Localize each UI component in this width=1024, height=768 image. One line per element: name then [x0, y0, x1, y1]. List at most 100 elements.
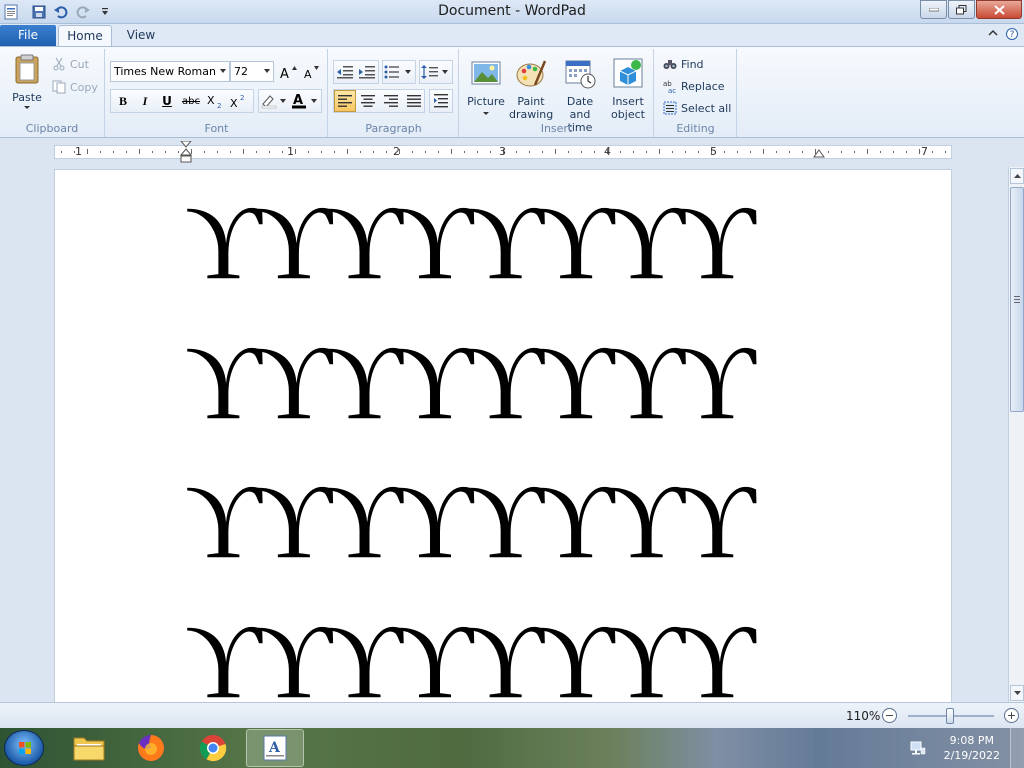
minimize-button[interactable]: [920, 0, 947, 19]
indent-marker-icon[interactable]: [180, 141, 192, 165]
tab-home[interactable]: Home: [58, 25, 112, 47]
help-icon[interactable]: ?: [1006, 28, 1018, 40]
document-line[interactable]: ϒϒϒϒϒϒϒϒ: [185, 190, 755, 296]
taskbar: A 9:08 PM 2/19/2022: [0, 728, 1024, 768]
insert-object-icon: [613, 58, 643, 88]
document-line[interactable]: ϒϒϒϒϒϒϒϒ: [185, 609, 755, 703]
zoom-out-button[interactable]: −: [882, 708, 897, 723]
ruler-tick: [672, 151, 673, 153]
find-button[interactable]: Find: [663, 55, 704, 73]
wordpad-icon: A: [263, 735, 287, 761]
cut-button[interactable]: Cut: [52, 55, 89, 73]
ruler-tick: [243, 149, 244, 154]
taskbar-firefox[interactable]: [122, 729, 180, 767]
paste-button[interactable]: Paste: [6, 53, 48, 109]
maximize-button[interactable]: [948, 0, 975, 19]
zoom-in-button[interactable]: +: [1004, 708, 1019, 723]
plus-icon: +: [1006, 709, 1017, 722]
bold-button[interactable]: B: [112, 90, 134, 112]
tab-view[interactable]: View: [118, 25, 164, 47]
start-button[interactable]: [4, 730, 44, 766]
start-list-button[interactable]: [383, 61, 415, 83]
ruler-tick: [87, 149, 88, 154]
ribbon-right-controls: ?: [988, 28, 1018, 40]
document-line[interactable]: ϒϒϒϒϒϒϒϒ: [185, 330, 755, 436]
binoculars-icon: [663, 60, 677, 69]
align-center-button[interactable]: [357, 90, 379, 112]
font-group: Times New Roman 72 A A B I U abc X2 X2 A: [106, 49, 328, 137]
ruler-tick: [152, 151, 153, 153]
right-indent-marker-icon[interactable]: [813, 149, 825, 159]
italic-button[interactable]: I: [134, 90, 156, 112]
picture-button[interactable]: Picture: [464, 57, 508, 115]
ruler-tick: [308, 151, 309, 153]
italic-icon: I: [142, 93, 148, 108]
paint-drawing-label: Paint drawing: [509, 95, 554, 121]
system-clock[interactable]: 9:08 PM 2/19/2022: [944, 733, 1000, 763]
shrink-font-button[interactable]: A: [301, 61, 323, 83]
ruler-tick: [295, 149, 296, 154]
vertical-scrollbar[interactable]: [1008, 167, 1024, 702]
ruler-tick: [347, 149, 348, 154]
cut-label: Cut: [70, 57, 89, 71]
underline-icon: U: [162, 94, 172, 108]
increase-indent-icon: [359, 66, 375, 79]
clipboard-group-label: Clipboard: [25, 122, 79, 135]
font-size-select[interactable]: 72: [230, 61, 274, 82]
windows-logo-icon: [19, 742, 31, 754]
scroll-up-button[interactable]: [1010, 168, 1024, 184]
select-all-button[interactable]: Select all: [663, 99, 731, 117]
superscript-button[interactable]: X2: [227, 90, 249, 112]
scroll-thumb[interactable]: [1010, 187, 1024, 412]
insert-object-label: Insert object: [611, 95, 645, 121]
clock-date: 2/19/2022: [943, 749, 1000, 762]
copy-button[interactable]: Copy: [52, 78, 98, 96]
ruler-label: 2: [393, 145, 400, 158]
window-controls: [919, 0, 1022, 19]
highlighter-icon: [261, 95, 286, 109]
justify-button[interactable]: [403, 90, 425, 112]
text-highlight-color-button[interactable]: [259, 90, 289, 112]
title-bar: Document - WordPad: [0, 0, 1024, 24]
zoom-slider-thumb[interactable]: [946, 708, 954, 724]
taskbar-file-explorer[interactable]: [60, 729, 118, 767]
ruler-tick: [334, 151, 335, 153]
increase-indent-button[interactable]: [356, 61, 378, 83]
paragraph-dialog-button[interactable]: [430, 90, 452, 112]
ruler-tick: [256, 151, 257, 153]
ruler-tick: [737, 151, 738, 153]
ruler-tick: [594, 151, 595, 153]
subscript-button[interactable]: X2: [204, 90, 226, 112]
grip-icon: [1014, 296, 1020, 303]
taskbar-wordpad[interactable]: A: [246, 729, 304, 767]
network-icon[interactable]: [910, 740, 926, 756]
scroll-down-button[interactable]: [1010, 685, 1024, 701]
tab-file[interactable]: File: [0, 25, 56, 46]
decrease-indent-button[interactable]: [334, 61, 356, 83]
grow-font-button[interactable]: A: [278, 61, 300, 83]
strikethrough-button[interactable]: abc: [180, 90, 202, 112]
align-left-button[interactable]: [334, 90, 356, 112]
line-spacing-button[interactable]: [420, 61, 452, 83]
select-all-icon: [663, 101, 677, 115]
ruler-label: 1: [75, 145, 82, 158]
minimize-ribbon-chevron-up-icon[interactable]: [988, 28, 998, 38]
taskbar-chrome[interactable]: [184, 729, 242, 767]
document-page[interactable]: ϒϒϒϒϒϒϒϒ ϒϒϒϒϒϒϒϒ ϒϒϒϒϒϒϒϒ ϒϒϒϒϒϒϒϒ: [54, 169, 952, 702]
font-family-select[interactable]: Times New Roman: [110, 61, 230, 82]
insert-object-button[interactable]: Insert object: [606, 57, 650, 121]
document-line[interactable]: ϒϒϒϒϒϒϒϒ: [185, 469, 755, 575]
paste-dropdown-arrow-icon[interactable]: [24, 106, 30, 109]
ruler-tick: [282, 151, 283, 153]
show-desktop-button[interactable]: [1010, 728, 1024, 768]
align-right-button[interactable]: [380, 90, 402, 112]
replace-button[interactable]: ab ac Replace: [663, 77, 725, 95]
horizontal-ruler[interactable]: 1 1 2 3 4 5 7: [54, 141, 952, 163]
close-button[interactable]: [976, 0, 1022, 19]
align-left-icon: [338, 95, 352, 107]
paint-drawing-button[interactable]: Paint drawing: [508, 57, 554, 121]
ruler-tick: [217, 151, 218, 153]
picture-icon: [471, 61, 501, 85]
text-color-button[interactable]: A: [290, 90, 320, 112]
underline-button[interactable]: U: [156, 90, 178, 112]
